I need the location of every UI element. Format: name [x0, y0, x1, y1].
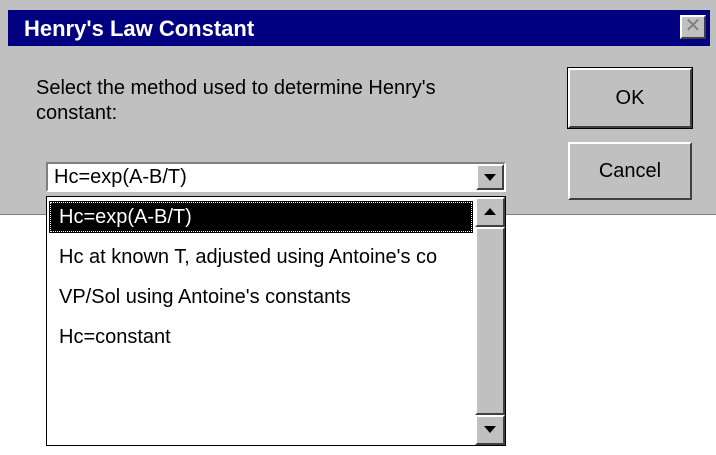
close-icon: ✕	[684, 15, 702, 37]
cancel-button[interactable]: Cancel	[568, 142, 692, 200]
close-button[interactable]: ✕	[680, 15, 706, 39]
list-option-hc-constant[interactable]: Hc=constant	[49, 321, 473, 353]
window-title: Henry's Law Constant	[24, 16, 255, 41]
scroll-up-button[interactable]	[475, 197, 505, 227]
arrow-up-icon	[484, 208, 496, 215]
list-option-vp-sol[interactable]: VP/Sol using Antoine's constants	[49, 281, 473, 313]
ok-button[interactable]: OK	[567, 67, 693, 129]
combobox-selected-value: Hc=exp(A-B/T)	[54, 166, 187, 188]
list-option-hc-known-t[interactable]: Hc at known T, adjusted using Antoine's …	[49, 241, 473, 273]
title-bar[interactable]: Henry's Law Constant ✕	[8, 10, 710, 46]
option-list: Hc=exp(A-B/T) Hc at known T, adjusted us…	[47, 197, 475, 445]
method-prompt-label: Select the method used to determine Henr…	[36, 77, 436, 124]
method-combobox[interactable]: Hc=exp(A-B/T)	[46, 162, 506, 192]
chevron-down-icon	[484, 174, 496, 181]
combobox-dropdown-button[interactable]	[476, 164, 504, 190]
list-option-hc-exp[interactable]: Hc=exp(A-B/T)	[49, 201, 473, 233]
method-dropdown-list: Hc=exp(A-B/T) Hc at known T, adjusted us…	[46, 196, 506, 446]
vertical-scrollbar[interactable]	[475, 197, 505, 445]
scroll-down-button[interactable]	[475, 415, 505, 445]
arrow-down-icon	[484, 426, 496, 433]
scrollbar-thumb[interactable]	[475, 227, 505, 415]
